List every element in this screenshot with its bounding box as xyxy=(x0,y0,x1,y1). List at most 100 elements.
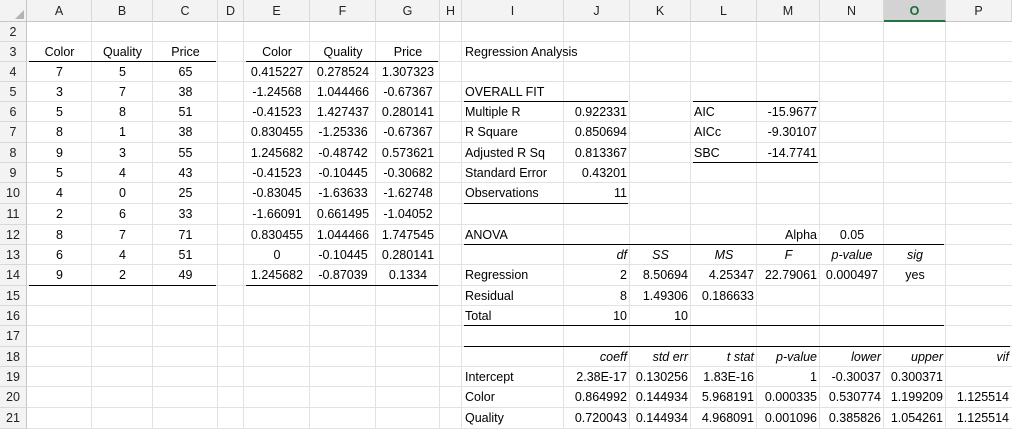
coef-cell[interactable]: 4.968091 xyxy=(691,408,757,429)
anova-cell[interactable]: 22.79061 xyxy=(757,265,820,286)
anova-cell[interactable]: 10 xyxy=(564,306,630,326)
anova-header[interactable]: p-value xyxy=(820,245,884,265)
anova-cell[interactable] xyxy=(884,306,946,326)
anova-cell[interactable] xyxy=(884,286,946,306)
alpha-value[interactable]: 0.05 xyxy=(820,225,884,245)
column-header-h[interactable]: H xyxy=(440,0,462,22)
std-table-cell[interactable]: -1.04052 xyxy=(376,204,440,225)
raw-table-cell[interactable]: 38 xyxy=(153,122,218,143)
std-table-cell[interactable]: -1.25336 xyxy=(310,122,376,143)
column-header-o[interactable]: O xyxy=(884,0,946,22)
std-table-cell[interactable]: 0.573621 xyxy=(376,143,440,163)
raw-table-header[interactable]: Quality xyxy=(92,42,153,62)
coef-cell[interactable]: 0.385826 xyxy=(820,408,884,429)
coef-cell[interactable]: 0.144934 xyxy=(630,408,691,429)
fit-label[interactable]: Standard Error xyxy=(462,163,564,183)
std-table-cell[interactable]: -1.63633 xyxy=(310,183,376,204)
anova-cell[interactable] xyxy=(820,286,884,306)
anova-header[interactable]: SS xyxy=(630,245,691,265)
std-table-cell[interactable]: 1.044466 xyxy=(310,82,376,102)
anova-cell[interactable]: yes xyxy=(884,265,946,286)
row-header-7[interactable]: 7 xyxy=(0,122,27,143)
ic-label[interactable]: AICc xyxy=(691,122,757,143)
row-header-15[interactable]: 15 xyxy=(0,286,27,306)
row-header-13[interactable]: 13 xyxy=(0,245,27,265)
std-table-cell[interactable]: 0.280141 xyxy=(376,102,440,122)
anova-label[interactable]: ANOVA xyxy=(462,225,564,245)
coef-cell[interactable]: 1.83E-16 xyxy=(691,367,757,387)
coef-cell[interactable]: 0.864992 xyxy=(564,387,630,408)
std-table-header[interactable]: Quality xyxy=(310,42,376,62)
row-header-17[interactable]: 17 xyxy=(0,326,27,347)
fit-value[interactable]: 11 xyxy=(564,183,630,204)
raw-table-cell[interactable]: 49 xyxy=(153,265,218,286)
anova-header[interactable]: MS xyxy=(691,245,757,265)
column-header-d[interactable]: D xyxy=(218,0,244,22)
fit-label[interactable]: Adjusted R Sq xyxy=(462,143,564,163)
raw-table-cell[interactable]: 8 xyxy=(92,102,153,122)
raw-table-cell[interactable]: 1 xyxy=(92,122,153,143)
anova-cell[interactable] xyxy=(757,306,820,326)
anova-header[interactable]: sig xyxy=(884,245,946,265)
fit-value[interactable]: 0.813367 xyxy=(564,143,630,163)
std-table-cell[interactable]: 1.245682 xyxy=(244,143,310,163)
std-table-cell[interactable]: 0 xyxy=(244,245,310,265)
raw-table-cell[interactable]: 71 xyxy=(153,225,218,245)
coef-cell[interactable]: 1.125514 xyxy=(946,408,1012,429)
coef-header[interactable]: std err xyxy=(630,347,691,367)
raw-table-cell[interactable]: 51 xyxy=(153,102,218,122)
anova-cell[interactable]: 10 xyxy=(630,306,691,326)
alpha-label[interactable]: Alpha xyxy=(757,225,820,245)
raw-table-header[interactable]: Color xyxy=(27,42,92,62)
column-header-j[interactable]: J xyxy=(564,0,630,22)
std-table-cell[interactable]: -1.66091 xyxy=(244,204,310,225)
fit-value[interactable]: 0.850694 xyxy=(564,122,630,143)
std-table-header[interactable]: Color xyxy=(244,42,310,62)
raw-table-cell[interactable]: 7 xyxy=(27,62,92,82)
raw-table-cell[interactable]: 9 xyxy=(27,265,92,286)
std-table-cell[interactable]: 1.044466 xyxy=(310,225,376,245)
std-table-cell[interactable]: 0.278524 xyxy=(310,62,376,82)
ic-label[interactable]: AIC xyxy=(691,102,757,122)
column-header-i[interactable]: I xyxy=(462,0,564,22)
row-header-10[interactable]: 10 xyxy=(0,183,27,204)
column-header-k[interactable]: K xyxy=(630,0,691,22)
row-header-12[interactable]: 12 xyxy=(0,225,27,245)
raw-table-cell[interactable]: 33 xyxy=(153,204,218,225)
column-header-c[interactable]: C xyxy=(153,0,218,22)
raw-table-cell[interactable]: 43 xyxy=(153,163,218,183)
raw-table-cell[interactable]: 55 xyxy=(153,143,218,163)
row-header-16[interactable]: 16 xyxy=(0,306,27,326)
std-table-cell[interactable]: 0.280141 xyxy=(376,245,440,265)
raw-table-cell[interactable]: 4 xyxy=(92,245,153,265)
coef-cell[interactable] xyxy=(946,367,1012,387)
column-header-m[interactable]: M xyxy=(757,0,820,22)
coef-header[interactable]: coeff xyxy=(564,347,630,367)
raw-table-cell[interactable]: 2 xyxy=(27,204,92,225)
ic-value[interactable]: -15.9677 xyxy=(757,102,820,122)
coef-header[interactable]: upper xyxy=(884,347,946,367)
raw-table-cell[interactable]: 38 xyxy=(153,82,218,102)
raw-table-cell[interactable]: 51 xyxy=(153,245,218,265)
coef-cell[interactable]: 1.199209 xyxy=(884,387,946,408)
std-table-cell[interactable]: 0.830455 xyxy=(244,122,310,143)
std-table-cell[interactable]: -0.10445 xyxy=(310,163,376,183)
std-table-header[interactable]: Price xyxy=(376,42,440,62)
row-header-8[interactable]: 8 xyxy=(0,143,27,163)
coef-cell[interactable]: 2.38E-17 xyxy=(564,367,630,387)
std-table-cell[interactable]: -0.67367 xyxy=(376,122,440,143)
row-header-20[interactable]: 20 xyxy=(0,387,27,408)
std-table-cell[interactable]: -0.48742 xyxy=(310,143,376,163)
row-header-21[interactable]: 21 xyxy=(0,408,27,429)
overall-fit-label[interactable]: OVERALL FIT xyxy=(462,82,630,102)
std-table-cell[interactable]: 1.747545 xyxy=(376,225,440,245)
column-header-f[interactable]: F xyxy=(310,0,376,22)
std-table-cell[interactable]: -0.87039 xyxy=(310,265,376,286)
std-table-cell[interactable]: 1.427437 xyxy=(310,102,376,122)
raw-table-cell[interactable]: 3 xyxy=(27,82,92,102)
std-table-cell[interactable]: -1.24568 xyxy=(244,82,310,102)
raw-table-cell[interactable]: 0 xyxy=(92,183,153,204)
coef-cell[interactable]: 5.968191 xyxy=(691,387,757,408)
coef-cell[interactable]: 0.720043 xyxy=(564,408,630,429)
std-table-cell[interactable]: -0.83045 xyxy=(244,183,310,204)
